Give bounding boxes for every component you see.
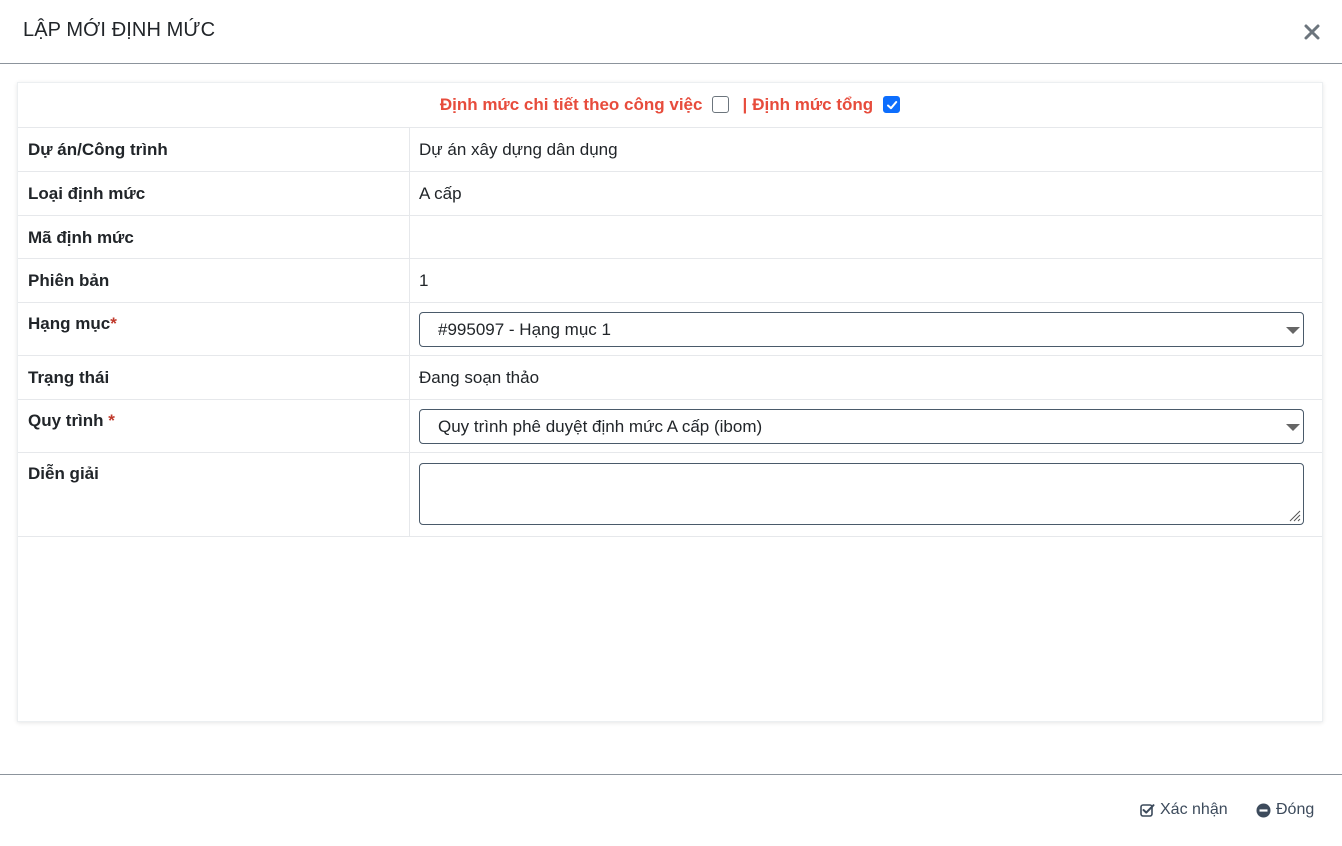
detail-mode-label: Định mức chi tiết theo công việc [439, 95, 703, 114]
dialog-body: Định mức chi tiết theo công việc | Định … [0, 64, 1342, 774]
project-value: Dự án xây dựng dân dụng [419, 140, 618, 159]
category-cell: #995097 - Hạng mục 1 [410, 303, 1322, 355]
minus-circle-icon [1256, 803, 1271, 817]
project-label: Dự án/Công trình [18, 128, 410, 171]
mode-separator: | [742, 95, 748, 114]
row-version: Phiên bản 1 [18, 259, 1322, 303]
resize-handle-icon[interactable] [1287, 508, 1301, 522]
dialog-footer: Xác nhận Đóng [0, 774, 1342, 846]
norm-type-value: A cấp [419, 184, 462, 203]
status-value: Đang soạn thảo [419, 368, 540, 387]
description-textarea[interactable] [419, 463, 1304, 525]
row-project: Dự án/Công trình Dự án xây dựng dân dụng [18, 128, 1322, 172]
workflow-select[interactable]: Quy trình phê duyệt định mức A cấp (ibom… [419, 409, 1304, 444]
chevron-down-icon [1286, 424, 1300, 431]
row-workflow: Quy trình * Quy trình phê duyệt định mức… [18, 400, 1322, 453]
confirm-button[interactable]: Xác nhận [1140, 801, 1228, 819]
version-value: 1 [419, 271, 429, 290]
row-norm-code: Mã định mức [18, 216, 1322, 259]
category-label-cell: Hạng mục* [18, 303, 410, 355]
norm-code-label: Mã định mức [18, 216, 410, 258]
row-norm-type: Loại định mức A cấp [18, 172, 1322, 216]
row-status: Trạng thái Đang soạn thảo [18, 356, 1322, 400]
dialog-title: LẬP MỚI ĐỊNH MỨC [23, 19, 216, 41]
required-mark: * [108, 411, 115, 430]
check-square-icon [1140, 803, 1155, 817]
norm-code-value [410, 216, 1322, 258]
total-mode-checkbox[interactable] [883, 95, 901, 113]
row-description: Diễn giải [18, 453, 1322, 537]
close-button[interactable]: Đóng [1256, 801, 1314, 819]
form-card: Định mức chi tiết theo công việc | Định … [17, 82, 1323, 722]
category-select[interactable]: #995097 - Hạng mục 1 [419, 312, 1304, 347]
close-label: Đóng [1276, 801, 1315, 818]
workflow-label: Quy trình [28, 411, 104, 430]
row-category: Hạng mục* #995097 - Hạng mục 1 [18, 303, 1322, 356]
workflow-cell: Quy trình phê duyệt định mức A cấp (ibom… [410, 400, 1322, 452]
required-mark: * [110, 314, 117, 333]
description-cell [410, 453, 1322, 536]
checkmark-icon [887, 100, 898, 109]
chevron-down-icon [1286, 327, 1300, 334]
workflow-selected-value: Quy trình phê duyệt định mức A cấp (ibom… [438, 417, 763, 436]
norm-mode-row: Định mức chi tiết theo công việc | Định … [18, 83, 1322, 128]
category-label: Hạng mục [28, 314, 111, 333]
close-icon[interactable] [1300, 20, 1324, 44]
total-mode-label: Định mức tổng [752, 95, 874, 114]
norm-type-label: Loại định mức [18, 172, 410, 215]
detail-mode-checkbox[interactable] [712, 95, 730, 113]
confirm-label: Xác nhận [1160, 801, 1228, 818]
version-label: Phiên bản [18, 259, 410, 302]
status-label: Trạng thái [18, 356, 410, 399]
dialog-header: LẬP MỚI ĐỊNH MỨC [0, 0, 1342, 64]
description-label: Diễn giải [18, 453, 410, 536]
workflow-label-cell: Quy trình * [18, 400, 410, 452]
category-selected-value: #995097 - Hạng mục 1 [438, 320, 611, 339]
